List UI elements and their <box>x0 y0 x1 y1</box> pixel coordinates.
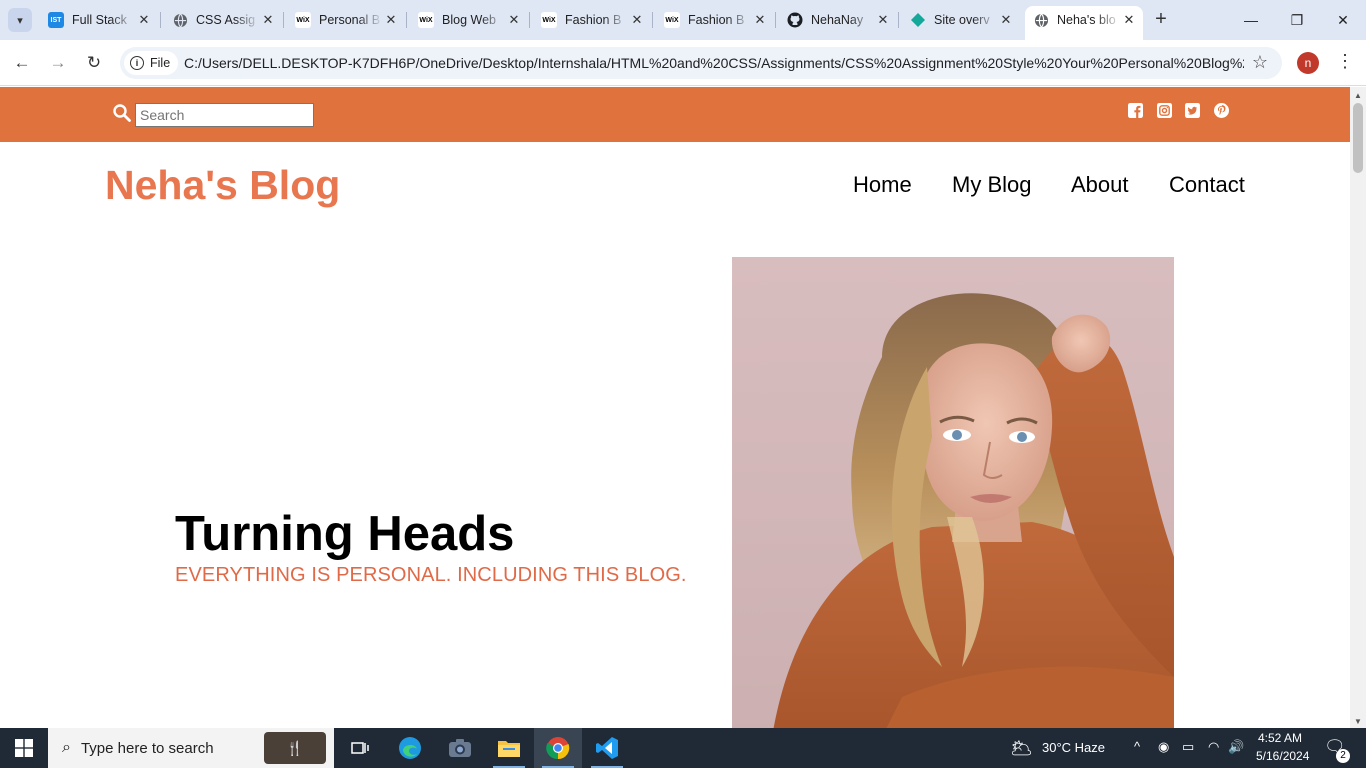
chevron-up-icon[interactable]: ^ <box>1134 739 1140 754</box>
wifi-icon[interactable]: ◠ <box>1208 739 1219 755</box>
hero-title: Turning Heads <box>175 507 515 561</box>
profile-avatar[interactable]: n <box>1297 52 1319 74</box>
site-info-chip[interactable]: i File <box>124 51 179 75</box>
tab-blog-website[interactable]: WiX Blog Web ✕ <box>410 6 528 34</box>
tab-title: Personal B <box>319 13 381 27</box>
search-input[interactable] <box>135 103 314 127</box>
taskbar-search-placeholder: Type here to search <box>80 739 214 757</box>
wix-icon: WiX <box>418 12 434 28</box>
chrome-icon[interactable] <box>534 728 582 768</box>
close-icon[interactable]: ✕ <box>998 12 1014 28</box>
nav-my-blog[interactable]: My Blog <box>952 172 1031 198</box>
back-button[interactable]: ← <box>10 51 34 75</box>
hero-subtitle: EVERYTHING IS PERSONAL. INCLUDING THIS B… <box>175 564 687 586</box>
weather-icon[interactable]: 🌥 <box>1010 738 1033 759</box>
search-highlight-icon[interactable]: 🍴 <box>264 732 326 764</box>
hero-portrait-image <box>732 257 1174 728</box>
volume-icon[interactable]: 🔊 <box>1228 739 1244 755</box>
vscode-icon[interactable] <box>583 728 631 768</box>
tab-strip: ▾ IST Full Stack ✕ CSS Assig ✕ WiX Perso… <box>0 0 1366 40</box>
close-icon[interactable]: ✕ <box>875 12 891 28</box>
tab-fashion-blog-2[interactable]: WiX Fashion B ✕ <box>656 6 774 34</box>
globe-icon <box>1033 12 1049 28</box>
restore-button[interactable]: ❐ <box>1274 0 1320 40</box>
instagram-icon[interactable] <box>1157 103 1172 118</box>
nav-contact[interactable]: Contact <box>1169 172 1245 198</box>
tab-title: Full Stack <box>72 13 127 27</box>
scrollbar-thumb[interactable] <box>1353 103 1363 173</box>
tab-title: Fashion B <box>565 13 622 27</box>
reload-button[interactable]: ↻ <box>82 51 106 75</box>
wix-icon: WiX <box>541 12 557 28</box>
meet-now-icon[interactable]: ◉ <box>1158 739 1169 755</box>
tab-title: NehaNay <box>811 13 864 27</box>
tab-fashion-blog-1[interactable]: WiX Fashion B ✕ <box>533 6 651 34</box>
close-icon[interactable]: ✕ <box>260 12 276 28</box>
close-icon[interactable]: ✕ <box>383 12 399 28</box>
tab-full-stack[interactable]: IST Full Stack ✕ <box>40 6 158 34</box>
tab-nehas-blog[interactable]: Neha's blo ✕ <box>1025 6 1143 40</box>
page-scrollbar[interactable]: ▲ ▼ <box>1350 87 1366 728</box>
windows-taskbar: ⌕ Type here to search 🍴 🌥 30°C Haze ^ ◉ … <box>0 728 1366 768</box>
close-icon[interactable]: ✕ <box>752 12 768 28</box>
chip-label: File <box>150 56 171 70</box>
tab-github[interactable]: NehaNay ✕ <box>779 6 897 34</box>
diamond-icon <box>910 12 926 28</box>
bookmark-star-icon[interactable]: ☆ <box>1252 52 1268 73</box>
github-icon <box>787 12 803 28</box>
scroll-down-arrow-icon[interactable]: ▼ <box>1354 717 1362 726</box>
search-icon[interactable] <box>113 104 131 122</box>
tab-site-overview[interactable]: Site overv ✕ <box>902 6 1020 34</box>
nav-about[interactable]: About <box>1071 172 1129 198</box>
clock-date[interactable]: 5/16/2024 <box>1256 749 1309 763</box>
start-button[interactable] <box>0 728 48 768</box>
clock-time[interactable]: 4:52 AM <box>1258 731 1302 745</box>
tab-search-button[interactable]: ▾ <box>8 8 32 32</box>
page-viewport: Neha's Blog Home My Blog About Contact T… <box>0 87 1350 728</box>
twitter-icon[interactable] <box>1185 103 1200 118</box>
info-icon: i <box>130 56 144 70</box>
close-icon[interactable]: ✕ <box>136 12 152 28</box>
wix-icon: WiX <box>664 12 680 28</box>
tab-title: Blog Web <box>442 13 496 27</box>
new-tab-button[interactable]: + <box>1150 8 1172 30</box>
scroll-up-arrow-icon[interactable]: ▲ <box>1354 91 1362 100</box>
windows-logo-icon <box>15 739 33 757</box>
globe-icon <box>172 12 188 28</box>
site-logo[interactable]: Neha's Blog <box>105 162 340 209</box>
browser-menu-icon[interactable]: ⋮ <box>1336 51 1354 72</box>
close-icon[interactable]: ✕ <box>506 12 522 28</box>
tab-personal-blog[interactable]: WiX Personal B ✕ <box>287 6 405 34</box>
forward-button[interactable]: → <box>46 51 70 75</box>
wix-icon: WiX <box>295 12 311 28</box>
file-explorer-icon[interactable] <box>485 728 533 768</box>
pinterest-icon[interactable] <box>1214 103 1229 118</box>
minimize-button[interactable]: — <box>1228 0 1274 40</box>
top-bar <box>0 87 1350 142</box>
tab-title: Fashion B <box>688 13 745 27</box>
url-text[interactable]: C:/Users/DELL.DESKTOP-K7DFH6P/OneDrive/D… <box>184 55 1244 71</box>
close-icon[interactable]: ✕ <box>1121 12 1137 28</box>
notification-count-badge: 2 <box>1336 749 1350 763</box>
task-view-icon[interactable] <box>336 728 384 768</box>
browser-toolbar: ← → ↻ i File C:/Users/DELL.DESKTOP-K7DFH… <box>0 40 1366 86</box>
close-window-button[interactable]: ✕ <box>1320 0 1366 40</box>
battery-icon[interactable]: ▭ <box>1182 739 1194 755</box>
weather-text[interactable]: 30°C Haze <box>1042 740 1105 755</box>
ist-icon: IST <box>48 12 64 28</box>
tab-css-assignment[interactable]: CSS Assig ✕ <box>164 6 282 34</box>
taskbar-search-box[interactable]: ⌕ Type here to search 🍴 <box>48 728 334 768</box>
tab-title: CSS Assig <box>196 13 256 27</box>
edge-icon[interactable] <box>386 728 434 768</box>
camera-icon[interactable] <box>436 728 484 768</box>
address-bar[interactable]: i File C:/Users/DELL.DESKTOP-K7DFH6P/One… <box>120 47 1282 79</box>
tab-title: Site overv <box>934 13 990 27</box>
search-icon: ⌕ <box>62 739 71 756</box>
facebook-icon[interactable] <box>1128 103 1143 118</box>
close-icon[interactable]: ✕ <box>629 12 645 28</box>
tab-title: Neha's blo <box>1057 13 1116 27</box>
nav-home[interactable]: Home <box>853 172 912 198</box>
